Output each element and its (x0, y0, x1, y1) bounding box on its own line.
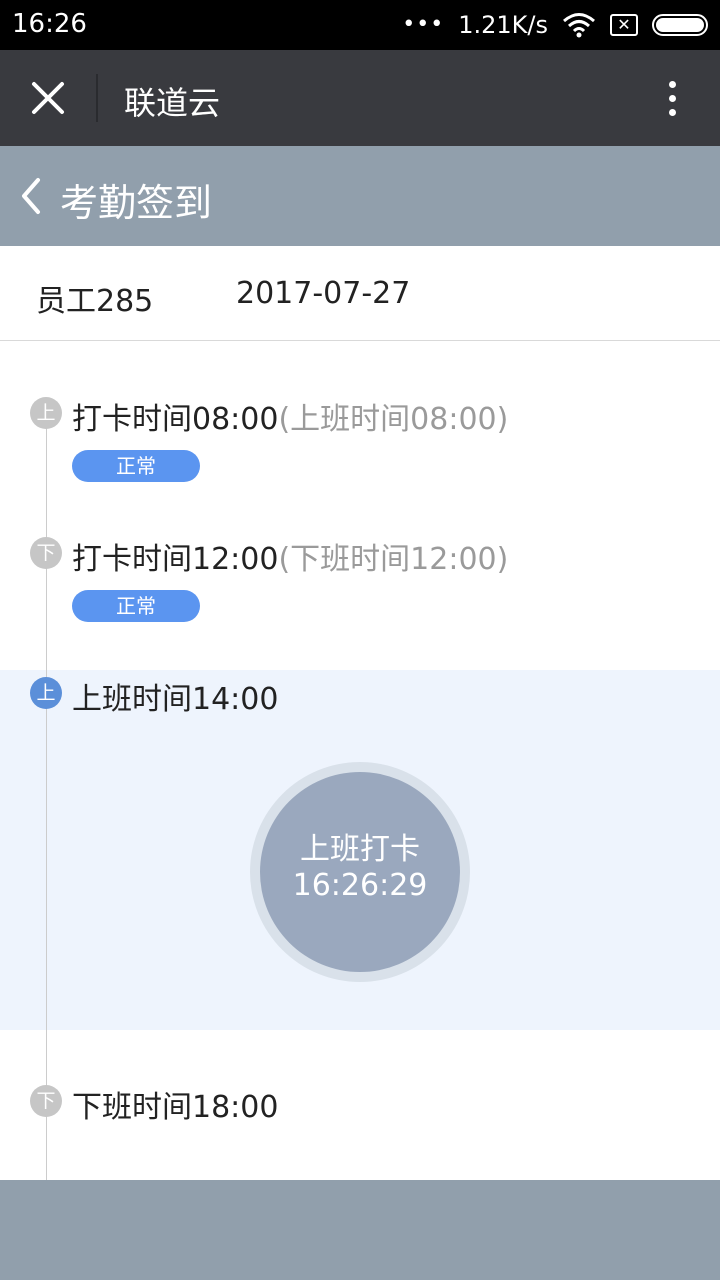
status-badge: 正常 (72, 450, 200, 482)
attendance-date: 2017-07-27 (236, 276, 411, 311)
clock-out-icon: 下 (30, 537, 62, 569)
timeline-item-text: 打卡时间12:00(下班时间12:00) (72, 534, 508, 578)
chevron-left-icon[interactable] (14, 174, 54, 218)
clock-in-icon: 上 (30, 677, 62, 709)
punch-current-time: 16:26:29 (292, 868, 428, 903)
footer-bar (0, 1180, 720, 1280)
page-title: 考勤签到 (60, 181, 213, 225)
app-bar-divider (96, 74, 98, 122)
punch-in-button-inner[interactable]: 上班打卡 16:26:29 (260, 772, 460, 972)
sim-error-icon: ✕ (610, 14, 638, 36)
clock-in-icon: 上 (30, 397, 62, 429)
scheduled-time: 下班时间18:00 (72, 1090, 279, 1125)
punch-in-button[interactable]: 上班打卡 16:26:29 (250, 762, 470, 982)
timeline-item-text: 打卡时间08:00(上班时间08:00) (72, 394, 508, 438)
status-dots: ••• (402, 12, 445, 37)
page-header: 考勤签到 (0, 146, 720, 246)
scheduled-time: (上班时间08:00) (278, 402, 509, 437)
network-speed: 1.21K/s (458, 11, 548, 39)
scheduled-time: 上班时间14:00 (72, 682, 279, 717)
clock-out-icon: 下 (30, 1085, 62, 1117)
status-bar: 16:26 ••• 1.21K/s ✕ (0, 0, 720, 50)
more-vertical-icon[interactable] (648, 74, 696, 122)
punch-label: 上班打卡 (300, 832, 420, 867)
status-time: 16:26 (12, 9, 87, 39)
status-icons: ••• 1.21K/s ✕ (402, 8, 708, 42)
employee-name: 员工285 (36, 284, 154, 319)
timeline-line (46, 414, 47, 1180)
punch-time: 打卡时间12:00 (72, 542, 279, 577)
wifi-icon (563, 13, 595, 38)
close-icon[interactable] (22, 72, 74, 124)
punch-time: 打卡时间08:00 (72, 402, 279, 437)
status-badge: 正常 (72, 590, 200, 622)
app-title: 联道云 (124, 84, 221, 122)
info-row: 员工285 2017-07-27 (0, 246, 720, 341)
app-bar: 联道云 (0, 50, 720, 146)
scheduled-time: (下班时间12:00) (278, 542, 509, 577)
battery-icon (652, 14, 708, 36)
